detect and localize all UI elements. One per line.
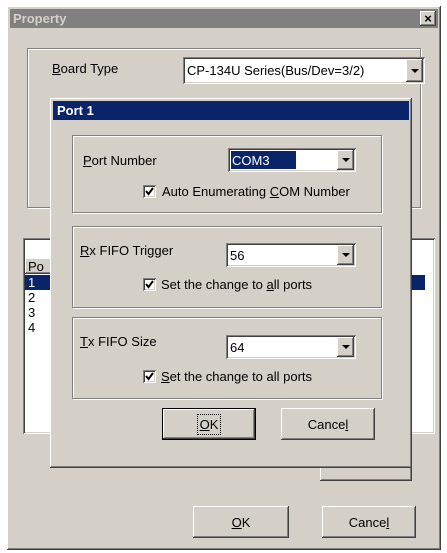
port-column-header: Po bbox=[28, 258, 44, 274]
property-title-bar[interactable]: Property × bbox=[10, 9, 438, 28]
port-number-dropdown-button[interactable] bbox=[337, 150, 354, 170]
port-number-combo[interactable]: COM3 bbox=[228, 148, 356, 172]
port-ok-button[interactable]: OK bbox=[162, 408, 256, 440]
port-dialog: Port 1 Port Number COM3 Auto Enumerating… bbox=[50, 98, 412, 468]
rx-group bbox=[72, 226, 382, 308]
tx-size-dropdown-button[interactable] bbox=[337, 337, 354, 357]
list-item[interactable]: 4 bbox=[25, 320, 35, 335]
close-button[interactable]: × bbox=[420, 11, 436, 26]
rx-apply-all-checkbox[interactable] bbox=[143, 278, 156, 291]
board-type-label: Board Type bbox=[52, 61, 119, 76]
tx-size-label: Tx FIFO Size bbox=[80, 334, 157, 349]
auto-enum-checkbox[interactable] bbox=[143, 185, 156, 198]
check-icon bbox=[145, 372, 154, 381]
rx-trigger-dropdown-button[interactable] bbox=[337, 245, 354, 265]
tx-apply-all-label: Set the change to all ports bbox=[161, 369, 313, 384]
port-number-label: Port Number bbox=[83, 153, 157, 168]
rx-trigger-combo[interactable]: 56 bbox=[226, 243, 356, 267]
port-dialog-title-bar[interactable]: Port 1 bbox=[53, 101, 409, 120]
check-icon bbox=[145, 187, 154, 196]
property-cancel-button[interactable]: Cancel bbox=[322, 506, 416, 538]
chevron-down-icon bbox=[341, 253, 350, 257]
cancel-label: Cancel bbox=[307, 416, 349, 432]
chevron-down-icon bbox=[410, 68, 419, 73]
board-type-value: CP-134U Series(Bus/Dev=3/2) bbox=[187, 63, 365, 78]
tx-size-combo[interactable]: 64 bbox=[226, 335, 356, 359]
board-type-combo[interactable]: CP-134U Series(Bus/Dev=3/2) bbox=[183, 57, 425, 84]
port-number-group bbox=[72, 135, 382, 213]
tx-size-value: 64 bbox=[230, 339, 245, 355]
ok-label: OK bbox=[196, 413, 222, 435]
board-type-dropdown-button[interactable] bbox=[406, 59, 423, 82]
list-item[interactable]: 2 bbox=[25, 290, 35, 305]
property-ok-button[interactable]: OK bbox=[193, 506, 289, 538]
rx-trigger-label: Rx FIFO Trigger bbox=[80, 243, 174, 258]
cancel-label: Cancel bbox=[348, 514, 390, 530]
port-cancel-button[interactable]: Cancel bbox=[281, 408, 375, 440]
check-icon bbox=[145, 280, 154, 289]
property-title: Property bbox=[13, 11, 67, 26]
port-number-value: COM3 bbox=[231, 151, 296, 169]
list-item[interactable]: 3 bbox=[25, 305, 35, 320]
rx-trigger-value: 56 bbox=[230, 247, 245, 263]
tx-apply-all-checkbox[interactable] bbox=[143, 370, 156, 383]
chevron-down-icon bbox=[341, 158, 350, 162]
close-icon: × bbox=[424, 11, 432, 26]
ok-label: OK bbox=[231, 514, 251, 530]
port-dialog-title: Port 1 bbox=[57, 103, 94, 118]
chevron-down-icon bbox=[341, 345, 350, 349]
rx-apply-all-label: Set the change to all ports bbox=[161, 277, 313, 292]
auto-enum-label: Auto Enumerating COM Number bbox=[162, 184, 350, 199]
